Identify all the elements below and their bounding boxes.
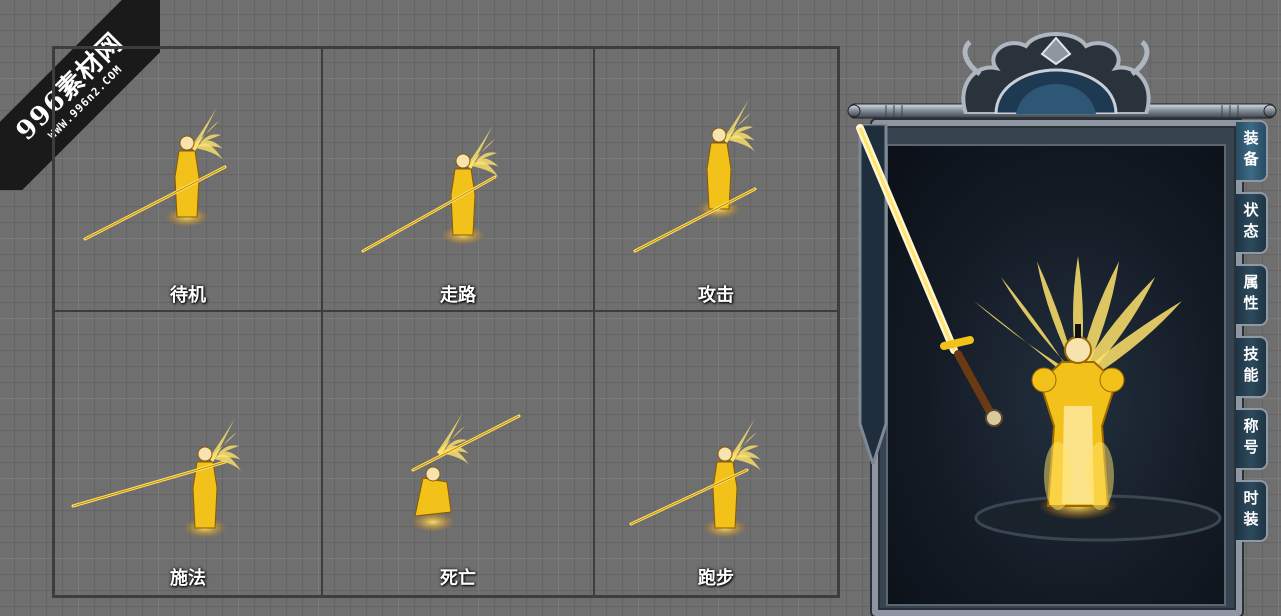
warrior-body	[450, 168, 476, 236]
cell-idle: 待机	[54, 48, 322, 311]
warrior-body	[706, 142, 732, 210]
cell-label-run: 跑步	[698, 568, 734, 589]
cell-label-cast: 施法	[170, 568, 206, 589]
sword-blade-core	[858, 127, 956, 351]
character-panel: 装备 状态 属性 技能 称号 时装	[846, 24, 1278, 616]
frame-crown	[961, 32, 1151, 114]
cell-label-idle: 待机	[170, 285, 206, 306]
warrior-head	[717, 446, 733, 462]
warrior-head	[711, 127, 727, 143]
cell-cast: 施法	[54, 311, 322, 596]
hero-flame	[1086, 442, 1114, 510]
warrior-body	[712, 461, 738, 529]
sword-grip	[954, 350, 994, 416]
cell-walk: 走路	[322, 48, 594, 311]
hero-shoulder-left	[1031, 367, 1057, 393]
sword-pommel	[985, 409, 1003, 427]
warrior-head	[179, 135, 195, 151]
warrior-body	[174, 150, 200, 218]
walk-sprite	[361, 125, 501, 253]
cell-label-death: 死亡	[440, 568, 476, 589]
warrior-body	[414, 477, 452, 517]
sword-edge	[634, 188, 756, 252]
panel-tabs: 装备 状态 属性 技能 称号 时装	[1236, 120, 1272, 552]
tab-status[interactable]: 状态	[1236, 192, 1268, 254]
run-sprite	[629, 418, 763, 538]
warrior-head	[425, 466, 441, 482]
cell-label-walk: 走路	[440, 285, 476, 306]
hero-shoulder-right	[1099, 367, 1125, 393]
warrior-head	[197, 446, 213, 462]
cell-label-attack: 攻击	[698, 285, 734, 306]
animation-grid: 待机 走路 攻击 施法 死亡 跑步	[52, 46, 840, 598]
tab-equipment[interactable]: 装备	[1236, 120, 1268, 182]
sword-edge	[84, 166, 226, 240]
cell-attack: 攻击	[594, 48, 838, 311]
idle-sprite	[83, 107, 227, 241]
warrior-body	[192, 461, 218, 529]
hero-flame	[1044, 442, 1072, 510]
cell-run: 跑步	[594, 311, 838, 596]
tab-titles[interactable]: 称号	[1236, 408, 1268, 470]
attack-sprite	[633, 99, 757, 253]
death-sprite	[411, 412, 521, 532]
tab-attributes[interactable]: 属性	[1236, 264, 1268, 326]
warrior-head	[455, 153, 471, 169]
hero-topknot	[1075, 324, 1081, 338]
cast-sprite	[71, 418, 243, 538]
tab-skills[interactable]: 技能	[1236, 336, 1268, 398]
tab-fashion[interactable]: 时装	[1236, 480, 1268, 542]
hero-head	[1064, 336, 1092, 364]
giant-sword	[856, 124, 1003, 427]
cell-death: 死亡	[322, 311, 594, 596]
